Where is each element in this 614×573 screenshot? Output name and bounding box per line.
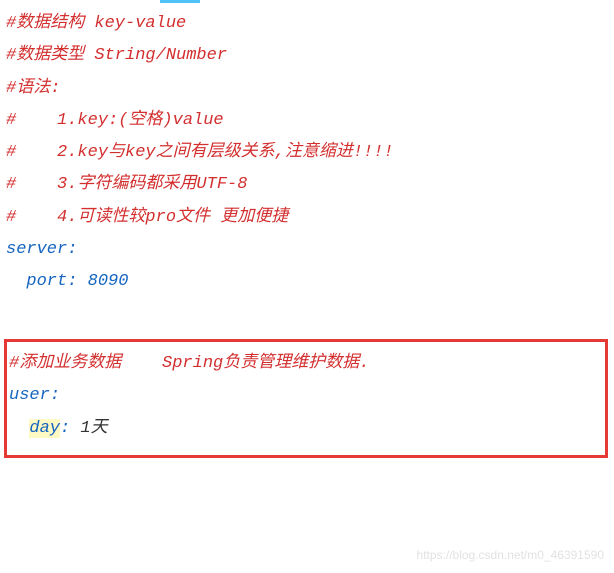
comment-text: #添加业务数据 Spring负责管理维护数据.	[9, 354, 369, 373]
comment-text: # 3.字符编码都采用UTF-8	[6, 175, 247, 194]
comment-text: #数据结构 key-value	[6, 14, 186, 33]
yaml-key-highlighted: day	[29, 419, 60, 438]
comment-line: # 3.字符编码都采用UTF-8	[6, 169, 608, 201]
colon: :	[67, 240, 77, 259]
yaml-key: port	[26, 272, 67, 291]
top-accent-bar	[160, 0, 200, 3]
colon: :	[60, 419, 70, 438]
comment-line: # 1.key:(空格)value	[6, 105, 608, 137]
yaml-line-port: port: 8090	[6, 266, 608, 298]
comment-text: # 2.key与key之间有层级关系,注意缩进!!!!	[6, 143, 394, 162]
comment-line: #语法:	[6, 73, 608, 105]
comment-text: # 4.可读性较pro文件 更加便捷	[6, 208, 288, 227]
yaml-line-day: day: 1天	[9, 413, 601, 445]
comment-text: # 1.key:(空格)value	[6, 111, 224, 130]
code-block: #数据结构 key-value #数据类型 String/Number #语法:…	[0, 0, 614, 331]
colon: :	[67, 272, 77, 291]
yaml-value: 1天	[80, 419, 107, 438]
comment-line: # 4.可读性较pro文件 更加便捷	[6, 202, 608, 234]
comment-line: #数据结构 key-value	[6, 8, 608, 40]
comment-line: #添加业务数据 Spring负责管理维护数据.	[9, 348, 601, 380]
yaml-key: user	[9, 386, 50, 405]
highlight-box: #添加业务数据 Spring负责管理维护数据. user: day: 1天	[4, 339, 608, 458]
blank-line	[6, 299, 608, 331]
colon: :	[50, 386, 60, 405]
yaml-line-user: user:	[9, 380, 601, 412]
comment-line: #数据类型 String/Number	[6, 40, 608, 72]
watermark-text: https://blog.csdn.net/m0_46391590	[417, 544, 604, 567]
yaml-key: server	[6, 240, 67, 259]
yaml-value: 8090	[88, 272, 129, 291]
comment-line: # 2.key与key之间有层级关系,注意缩进!!!!	[6, 137, 608, 169]
comment-text: #语法:	[6, 79, 60, 98]
comment-text: #数据类型 String/Number	[6, 46, 227, 65]
yaml-line-server: server:	[6, 234, 608, 266]
